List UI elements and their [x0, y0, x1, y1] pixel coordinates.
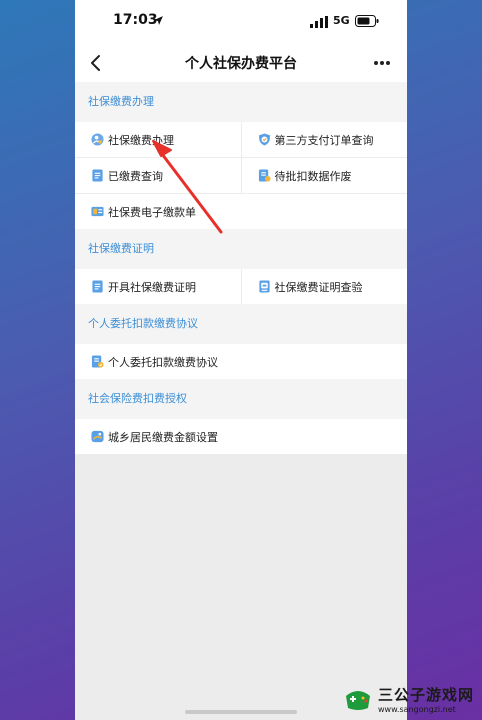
nav-bar: 个人社保办费平台 — [75, 44, 407, 82]
menu-item-label: 城乡居民缴费金额设置 — [108, 430, 218, 444]
section-grid: 城乡居民缴费金额设置 — [75, 419, 407, 454]
section-grid: 个人委托扣款缴费协议 — [75, 344, 407, 379]
person-pay-icon — [91, 133, 104, 146]
agreement-icon — [91, 355, 104, 368]
network-type: 5G — [333, 14, 350, 27]
menu-item-label: 社保缴费办理 — [108, 133, 174, 147]
grid-row: 社保缴费办理 第三方支付订单查询 — [75, 122, 407, 158]
page-title: 个人社保办费平台 — [185, 56, 297, 72]
verify-icon — [258, 280, 270, 293]
menu-item-label: 开具社保缴费证明 — [108, 280, 196, 294]
menu-item-social-pay[interactable]: 社保缴费办理 — [75, 122, 241, 157]
menu-item-label: 个人委托扣款缴费协议 — [108, 355, 218, 369]
shield-check-icon — [258, 133, 270, 146]
home-indicator — [185, 710, 297, 714]
signal-icon — [310, 16, 328, 28]
grid-row: 社保费电子缴款单 — [75, 194, 407, 229]
watermark-title: 三公子游戏网 — [378, 686, 475, 704]
watermark-url: www.sangongzi.net — [378, 705, 456, 714]
menu-item-entrust-agreement[interactable]: 个人委托扣款缴费协议 — [75, 344, 407, 379]
wallet-icon — [91, 430, 104, 443]
grid-row: 已缴费查询 待批扣数据作废 — [75, 158, 407, 194]
phone-screen: 17:03 5G 个人社保办费平台 社保缴费办理 社保缴费办理 第三方支付订单查… — [75, 0, 407, 720]
grid-row: 城乡居民缴费金额设置 — [75, 419, 407, 454]
menu-item-third-party-order[interactable]: 第三方支付订单查询 — [240, 122, 408, 157]
status-time: 17:03 — [113, 12, 158, 28]
document-alert-icon — [258, 169, 271, 182]
menu-item-issue-certificate[interactable]: 开具社保缴费证明 — [75, 269, 241, 304]
document-icon — [92, 169, 103, 182]
watermark-text: 三公子游戏网 www.sangongzi.net — [378, 684, 474, 714]
grid-row: 个人委托扣款缴费协议 — [75, 344, 407, 379]
battery-icon — [355, 15, 379, 27]
section-header: 社保缴费证明 — [75, 229, 407, 269]
menu-item-void-pending[interactable]: 待批扣数据作废 — [240, 158, 408, 193]
document-icon — [92, 280, 103, 293]
receipt-icon — [91, 206, 104, 217]
menu-item-paid-query[interactable]: 已缴费查询 — [75, 158, 241, 193]
menu-item-resident-amount-setting[interactable]: 城乡居民缴费金额设置 — [75, 419, 407, 454]
menu-item-label: 社保缴费证明查验 — [274, 280, 363, 294]
menu-item-label: 待批扣数据作废 — [274, 169, 352, 183]
grid-row: 开具社保缴费证明 社保缴费证明查验 — [75, 269, 407, 304]
menu-item-label: 社保费电子缴款单 — [108, 205, 196, 219]
section-header: 个人委托扣款缴费协议 — [75, 304, 407, 344]
section-header: 社保缴费办理 — [75, 82, 407, 122]
gamepad-logo-icon — [346, 691, 370, 710]
menu-item-verify-certificate[interactable]: 社保缴费证明查验 — [240, 269, 408, 304]
menu-item-e-receipt[interactable]: 社保费电子缴款单 — [75, 194, 407, 229]
menu-item-label: 已缴费查询 — [108, 169, 163, 183]
menu-item-label: 第三方支付订单查询 — [274, 133, 374, 147]
section-grid: 开具社保缴费证明 社保缴费证明查验 — [75, 269, 407, 304]
section-header: 社会保险费扣费授权 — [75, 379, 407, 419]
location-arrow-icon — [154, 16, 163, 25]
more-dots-icon[interactable] — [373, 60, 391, 66]
status-bar: 17:03 5G — [75, 0, 407, 44]
site-watermark: 三公子游戏网 www.sangongzi.net — [342, 682, 478, 716]
section-grid: 社保缴费办理 第三方支付订单查询 已缴费查询 待批扣数据作废 社保费电子缴款单 — [75, 122, 407, 229]
